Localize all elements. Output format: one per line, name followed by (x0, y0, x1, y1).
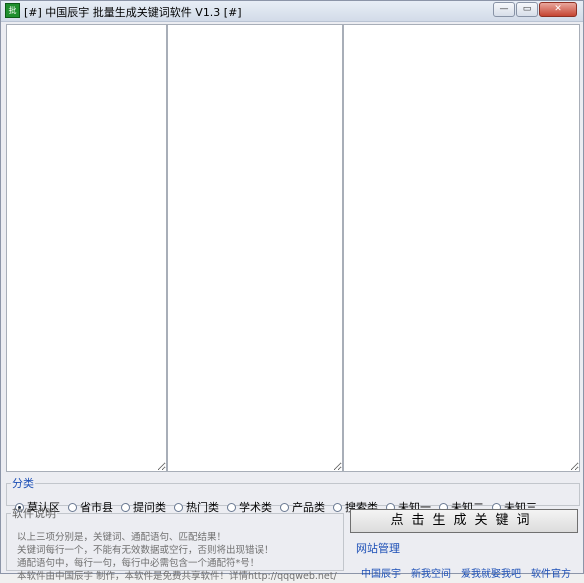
description-group: 软件说明 以上三项分别是，关键词、通配语句、匹配结果！ 关键词每行一个，不能有无… (6, 505, 344, 582)
link-zhongguo-chenyu[interactable]: 中国辰宇 (361, 565, 401, 580)
app-window: 批 [#] 中国辰宇 批量生成关键词软件 V1.3 [#] — ▭ ✕ 分类 莫… (0, 0, 584, 582)
keywords-textarea[interactable] (6, 24, 167, 472)
category-group: 分类 莫认区 省市县 提问类 热门类 学术类 产品类 搜索类 未知一 未知二 未知三 (6, 475, 580, 514)
minimize-button[interactable]: — (493, 2, 515, 17)
link-aiwo-jiuquwo[interactable]: 爱我就娶我吧 (461, 565, 521, 580)
link-xinwo-kongjian[interactable]: 新我空间 (411, 565, 451, 580)
link-software-official[interactable]: 软件官方 (531, 565, 571, 580)
window-title: [#] 中国辰宇 批量生成关键词软件 V1.3 [#] (24, 6, 242, 19)
close-button[interactable]: ✕ (539, 2, 577, 17)
description-line: 关键词每行一个，不能有无效数据或空行，否则将出现错误！ (17, 545, 274, 556)
description-line: 通配语句中，每行一句，每行中必需包含一个通配符*号！ (17, 558, 260, 569)
app-icon: 批 (5, 3, 20, 18)
description-legend: 软件说明 (12, 507, 56, 520)
description-text: 以上三项分别是，关键词、通配语句、匹配结果！ 关键词每行一个，不能有无效数据或空… (17, 531, 337, 583)
description-line: 本软件由中国辰宇 制作，本软件是免费共享软件！详情http://qqqweb.n… (17, 571, 337, 582)
category-legend: 分类 (12, 477, 34, 490)
title-bar: 批 [#] 中国辰宇 批量生成关键词软件 V1.3 [#] — ▭ ✕ (1, 1, 583, 22)
site-management-group: 网站管理 中国辰宇 新我空间 爱我就娶我吧 软件官方 (352, 540, 580, 580)
site-links: 中国辰宇 新我空间 爱我就娶我吧 软件官方 (361, 565, 571, 580)
results-textarea[interactable] (343, 24, 580, 472)
generate-keywords-button[interactable]: 点击生成关键词 (350, 509, 578, 533)
maximize-button[interactable]: ▭ (516, 2, 538, 17)
window-controls: — ▭ ✕ (493, 2, 577, 17)
description-line: 以上三项分别是，关键词、通配语句、匹配结果！ (17, 532, 227, 543)
site-management-legend: 网站管理 (356, 542, 400, 555)
patterns-textarea[interactable] (167, 24, 343, 472)
